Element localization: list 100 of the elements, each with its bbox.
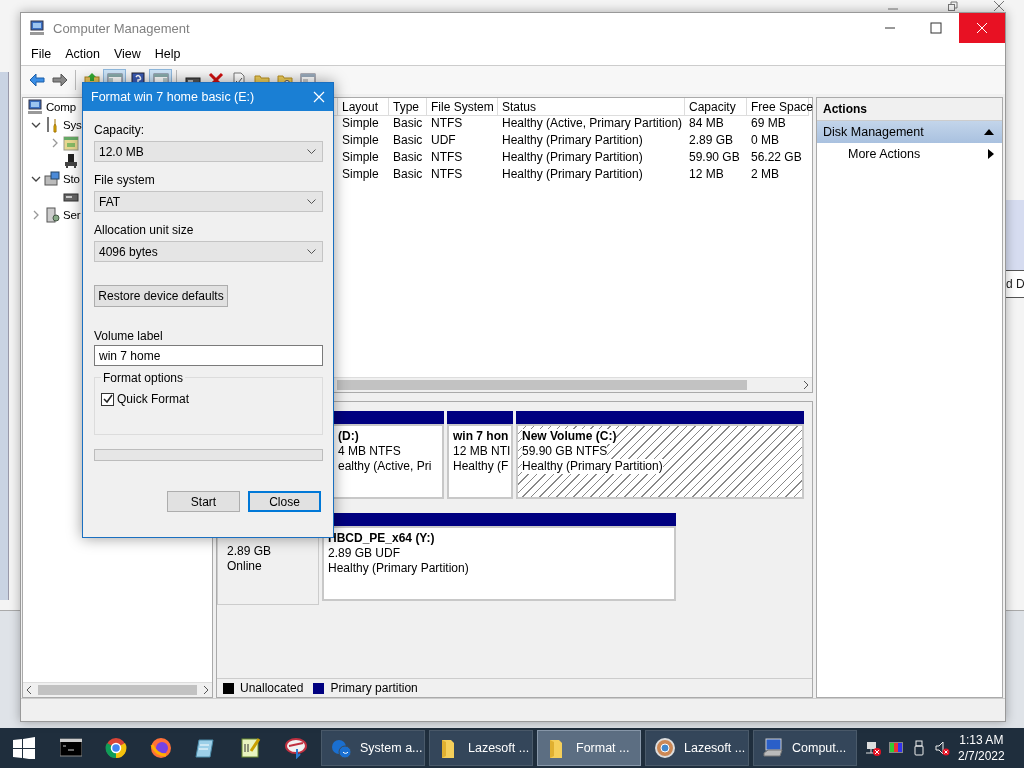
field-label: Volume label (94, 329, 164, 343)
column-header[interactable]: Layout (338, 98, 389, 116)
network-icon[interactable] (865, 740, 881, 756)
color-display-icon[interactable] (888, 740, 904, 756)
taskbar-button[interactable]: Format ... (537, 730, 641, 766)
dropdown-value: 12.0 MB (99, 144, 144, 159)
scrollbar-thumb[interactable] (337, 380, 747, 390)
dropdown-value: FAT (99, 194, 121, 209)
action-section[interactable]: Disk Management (817, 121, 1002, 143)
column-header[interactable]: File System (427, 98, 498, 116)
windows-logo-icon[interactable] (13, 737, 35, 759)
field-label: Allocation unit size (94, 223, 195, 237)
restore-icon[interactable] (948, 1, 958, 11)
table-cell-text: NTFS (430, 115, 464, 132)
notepad-icon[interactable] (194, 737, 217, 759)
computer-icon (29, 20, 45, 36)
volume-muted-icon[interactable] (934, 740, 950, 756)
tree-item[interactable]: Sto (63, 173, 80, 185)
system-app-icon (331, 738, 351, 758)
partition-status: Healthy (F (453, 459, 509, 474)
menu-item[interactable]: Help (147, 45, 188, 63)
table-cell-text: Basic (392, 166, 424, 183)
table-cell-text: Simple (341, 166, 380, 183)
table-cell-text: 0 MB (750, 132, 780, 149)
restore-defaults-button[interactable]: Restore device defaults (94, 285, 228, 307)
table-cell-text: Basic (392, 115, 424, 132)
tools-icon (44, 117, 60, 133)
disk-info-text: Online (227, 559, 263, 574)
partition-status: Healthy (Primary Partition) (328, 561, 469, 576)
table-cell-text: 12 MB (688, 166, 725, 183)
table-cell-text: NTFS (430, 149, 464, 166)
table-cell-text: Healthy (Primary Partition) (501, 149, 644, 166)
taskbar-button[interactable]: Comput... (753, 730, 857, 766)
submenu-arrow-icon (988, 149, 994, 159)
partition-size: 59.90 GB NTFS (522, 444, 608, 459)
close-icon (976, 22, 988, 34)
taskbar-button[interactable]: System a... (321, 730, 425, 766)
clock-date[interactable]: 2/7/2022 (958, 748, 1005, 764)
menu-item[interactable]: File (24, 45, 59, 63)
back-arrow-icon (28, 72, 45, 88)
notebook-pen-icon[interactable] (239, 737, 262, 759)
action-label: More Actions (848, 147, 921, 161)
check-icon (102, 394, 113, 404)
table-cell-text: Simple (341, 149, 380, 166)
table-cell-text: Basic (392, 132, 424, 149)
table-cell-text: Basic (392, 149, 424, 166)
table-cell-text: Healthy (Primary Partition) (501, 166, 644, 183)
column-header[interactable]: Type (389, 98, 427, 116)
calendar-icon (63, 135, 79, 151)
partition-name: (D:) (338, 429, 359, 444)
table-cell-text: Simple (341, 115, 380, 132)
start-button[interactable]: Start (167, 491, 240, 512)
menu-item[interactable]: View (106, 45, 148, 63)
forward-arrow-icon (51, 72, 68, 88)
partition-name: HBCD_PE_x64 (Y:) (328, 531, 435, 546)
column-header[interactable]: Capacity (685, 98, 747, 116)
scrollbar-thumb[interactable] (38, 685, 197, 695)
window-text: d D (1005, 277, 1024, 291)
quick-format-checkbox[interactable]: Quick Format (101, 392, 322, 406)
disc-icon (655, 738, 675, 758)
storage-icon (44, 171, 60, 187)
collapse-triangle-icon (984, 128, 994, 136)
terminal-icon[interactable] (59, 737, 82, 759)
table-cell-text: Simple (341, 132, 380, 149)
tree-item[interactable]: Comp (46, 101, 76, 113)
taskbar-button[interactable]: Lazesoft ... (429, 730, 533, 766)
computer-icon (763, 738, 783, 758)
column-header[interactable]: Status (498, 98, 685, 116)
menu-item[interactable]: Action (58, 45, 107, 63)
table-cell-text: 84 MB (688, 115, 725, 132)
window-title: Computer Management (53, 20, 191, 36)
dropdown[interactable]: 12.0 MB (94, 141, 323, 162)
action-item[interactable]: More Actions (817, 143, 1002, 165)
volume-label-field[interactable]: win 7 home (94, 345, 323, 366)
table-cell-text: 56.22 GB (750, 149, 803, 166)
partition-status: ealthy (Active, Pri (338, 459, 432, 474)
close-icon (313, 91, 325, 103)
table-cell-text: Healthy (Active, Primary Partition) (501, 115, 684, 132)
taskbar-button[interactable]: Lazesoft ... (645, 730, 749, 766)
table-cell-text: 69 MB (750, 115, 787, 132)
tree-item[interactable]: Ser (63, 209, 81, 221)
close-icon[interactable] (994, 1, 1004, 11)
table-cell-text: Healthy (Primary Partition) (501, 132, 644, 149)
table-cell-text: 59.90 GB (688, 149, 741, 166)
browser-icon[interactable] (104, 737, 127, 759)
clock-time[interactable]: 1:13 AM (959, 732, 1004, 748)
tree-item[interactable]: Sys (63, 119, 82, 131)
field-label: Capacity: (94, 123, 146, 137)
dropdown[interactable]: FAT (94, 191, 323, 212)
table-cell-text: 2.89 GB (688, 132, 735, 149)
disc-tool-icon[interactable] (284, 737, 307, 759)
close-dialog-button[interactable]: Close (248, 491, 321, 512)
dropdown[interactable]: 4096 bytes (94, 241, 323, 262)
legend-label: Primary partition (330, 681, 418, 695)
field-label: File system (94, 173, 156, 187)
disk-info-text: 2.89 GB (227, 544, 273, 559)
table-cell-text: UDF (430, 132, 457, 149)
group-title: Format options (101, 371, 186, 385)
usb-icon[interactable] (911, 740, 927, 756)
browser-icon[interactable] (149, 737, 172, 759)
